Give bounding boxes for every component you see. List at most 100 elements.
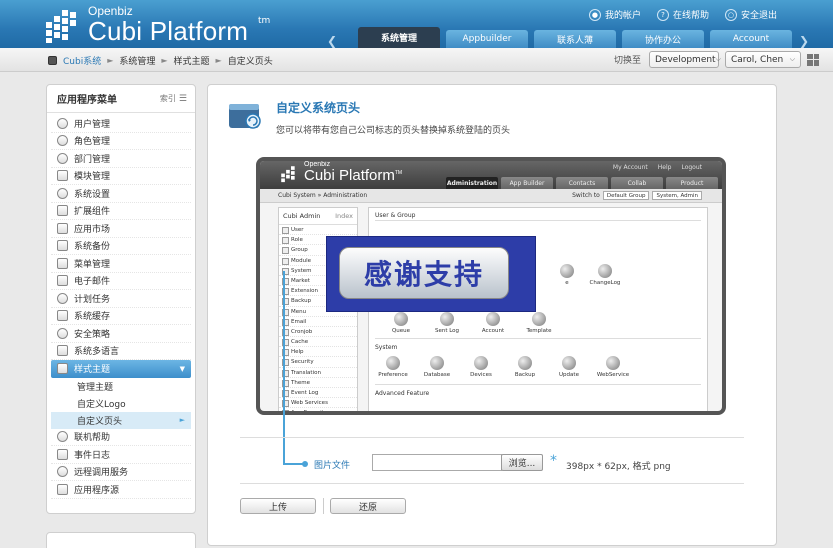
sidebar-item-label: 电子邮件 <box>74 277 111 288</box>
logout-icon: ○ <box>724 8 737 21</box>
chevron-down-icon: ▼ <box>179 364 185 373</box>
sidebar-item-theme[interactable]: 样式主题 ▼ <box>51 360 191 378</box>
sidebar-item-users[interactable]: 用户管理 <box>51 115 191 133</box>
sidebar-item-label: 用户管理 <box>74 119 111 130</box>
menu-icon <box>57 257 68 269</box>
sidebar-item-cache[interactable]: 系统缓存 <box>51 308 191 325</box>
breadcrumb-sep-icon: ► <box>161 56 168 65</box>
preview-app-label: Update <box>559 372 579 378</box>
button-separator <box>323 498 324 514</box>
sidebar-item-language[interactable]: 系统多语言 <box>51 343 191 360</box>
preview-app-icon: Backup <box>503 356 547 378</box>
preview-sidebar-item: Security <box>279 357 357 368</box>
my-account-link[interactable]: ● 我的帐户 <box>588 8 641 21</box>
preview-divider <box>375 338 701 339</box>
user-select[interactable]: Carol, Chen ⌵ <box>725 51 801 68</box>
sidebar-item-label: 应用程序源 <box>74 485 120 496</box>
preview-app-label: Backup <box>514 372 536 378</box>
breadcrumb-item-theme[interactable]: 样式主题 <box>174 54 210 67</box>
sidebar-subitem-manage-theme[interactable]: 管理主题 <box>51 378 191 395</box>
breadcrumb-item-current: 自定义页头 <box>227 57 273 67</box>
sidebar-item-roles[interactable]: 角色管理 <box>51 133 191 150</box>
preview-sidebar-item: Theme <box>279 378 357 388</box>
preview-divider <box>375 384 701 385</box>
sidebar-item-label: 计划任务 <box>74 294 111 305</box>
secondary-sidebar-panel <box>46 532 196 548</box>
main-nav: ❮ 系统管理 Appbuilder 联系人薄 协作办公 Account ❯ <box>326 27 810 48</box>
nav-prev-icon[interactable]: ❮ <box>326 34 338 48</box>
tab-appbuilder[interactable]: Appbuilder <box>446 30 528 48</box>
breadcrumb-item-cubi[interactable]: Cubi系统 <box>63 54 101 67</box>
layout-grid-icon[interactable] <box>807 53 819 66</box>
preview-switch-box: System, Admin <box>652 191 702 200</box>
logout-link[interactable]: ○ 安全退出 <box>724 8 777 21</box>
sidebar-item-modules[interactable]: 模块管理 <box>51 168 191 185</box>
restore-button[interactable]: 还原 <box>330 498 406 514</box>
environment-select[interactable]: Development ⌵ <box>649 51 721 68</box>
preview-tab: Collab <box>611 177 663 189</box>
form-divider <box>240 483 744 484</box>
browse-button[interactable]: 浏览... <box>501 454 543 471</box>
upload-button[interactable]: 上传 <box>240 498 316 514</box>
preview-app-icon: Devices <box>459 356 503 378</box>
repository-icon <box>57 483 68 495</box>
market-icon <box>57 222 68 234</box>
preview-sidebar-item: Cronjob <box>279 327 357 338</box>
page-description: 您可以将带有您自己公司标志的页头替换掉系统登陆的页头 <box>276 126 511 136</box>
sidebar-subitem-custom-header[interactable]: 自定义页头 ► <box>51 411 191 429</box>
logout-label: 安全退出 <box>740 11 777 21</box>
preview-app-label: Preference <box>378 372 408 378</box>
cubi-logo[interactable]: Openbiz Cubi Platform tm <box>44 4 274 46</box>
breadcrumb-item-system-admin[interactable]: 系统管理 <box>119 54 155 67</box>
app-menu-sidebar: 应用程序菜单 索引 ☰ 用户管理 角色管理 部门管理 模块管理 系统设置 扩展组… <box>46 84 196 514</box>
sidebar-item-label: 部门管理 <box>74 154 111 165</box>
preview-sidebar-item: Translation <box>279 368 357 378</box>
sidebar-index-toggle[interactable]: 索引 ☰ <box>160 93 187 104</box>
module-icon <box>57 170 68 182</box>
sidebar-subitem-custom-logo[interactable]: 自定义Logo <box>51 395 191 412</box>
sidebar-item-departments[interactable]: 部门管理 <box>51 150 191 168</box>
online-help-link[interactable]: ? 在线帮助 <box>656 8 709 21</box>
thanks-overlay: 感谢支持 <box>326 236 536 312</box>
lightning-icon <box>57 310 68 322</box>
preview-switch-box: Default Group <box>602 191 650 200</box>
sidebar-item-cronjob[interactable]: 计划任务 <box>51 290 191 308</box>
sidebar-item-market[interactable]: 应用市场 <box>51 220 191 238</box>
image-file-input[interactable] <box>372 454 502 471</box>
clock-icon <box>57 292 68 304</box>
tab-account[interactable]: Account <box>710 30 792 48</box>
chevron-right-icon: ► <box>179 416 185 424</box>
sidebar-header: 应用程序菜单 索引 ☰ <box>47 85 195 113</box>
sidebar-item-eventlog[interactable]: 事件日志 <box>51 446 191 464</box>
thanks-overlay-inner: 感谢支持 <box>339 247 509 299</box>
preview-sidebar-title: Cubi Admin <box>283 212 321 220</box>
sidebar-item-menu[interactable]: 菜单管理 <box>51 255 191 273</box>
sidebar-item-backup[interactable]: 系统备份 <box>51 238 191 255</box>
preview-app-icon: Database <box>415 356 459 378</box>
user-icon: ● <box>588 8 601 21</box>
sidebar-item-label: 应用市场 <box>74 224 111 235</box>
preview-section-title: System <box>375 344 398 351</box>
sidebar-item-extensions[interactable]: 扩展组件 <box>51 203 191 220</box>
sidebar-item-email[interactable]: 电子邮件 <box>51 273 191 290</box>
preview-app-label: WebService <box>596 372 630 378</box>
sidebar-item-webservice[interactable]: 远程调用服务 <box>51 464 191 481</box>
preview-logo-tm: TM <box>394 170 403 176</box>
tab-contacts[interactable]: 联系人薄 <box>534 30 616 48</box>
nav-next-icon[interactable]: ❯ <box>798 34 810 48</box>
preview-app-icon: Preference <box>371 356 415 378</box>
preview-link: My Account <box>612 164 648 171</box>
monitor-icon <box>57 363 68 375</box>
sidebar-list: 用户管理 角色管理 部门管理 模块管理 系统设置 扩展组件 应用市场 系统备份 … <box>47 113 195 501</box>
preview-app-label: Sent Log <box>434 328 460 334</box>
sidebar-item-security[interactable]: 安全策略 <box>51 325 191 343</box>
sidebar-item-settings[interactable]: 系统设置 <box>51 185 191 203</box>
tab-collab[interactable]: 协作办公 <box>622 30 704 48</box>
tab-system-admin[interactable]: 系统管理 <box>358 27 440 48</box>
sidebar-item-help[interactable]: 联机帮助 <box>51 429 191 446</box>
user-icon <box>57 117 68 129</box>
sidebar-item-app-repository[interactable]: 应用程序源 <box>51 481 191 499</box>
connector-line <box>283 271 285 465</box>
breadcrumb-bar: Cubi系统 ► 系统管理 ► 样式主题 ► 自定义页头 切换至 Develop… <box>0 48 833 72</box>
preview-top-links: My Account Help Logout <box>613 164 702 171</box>
